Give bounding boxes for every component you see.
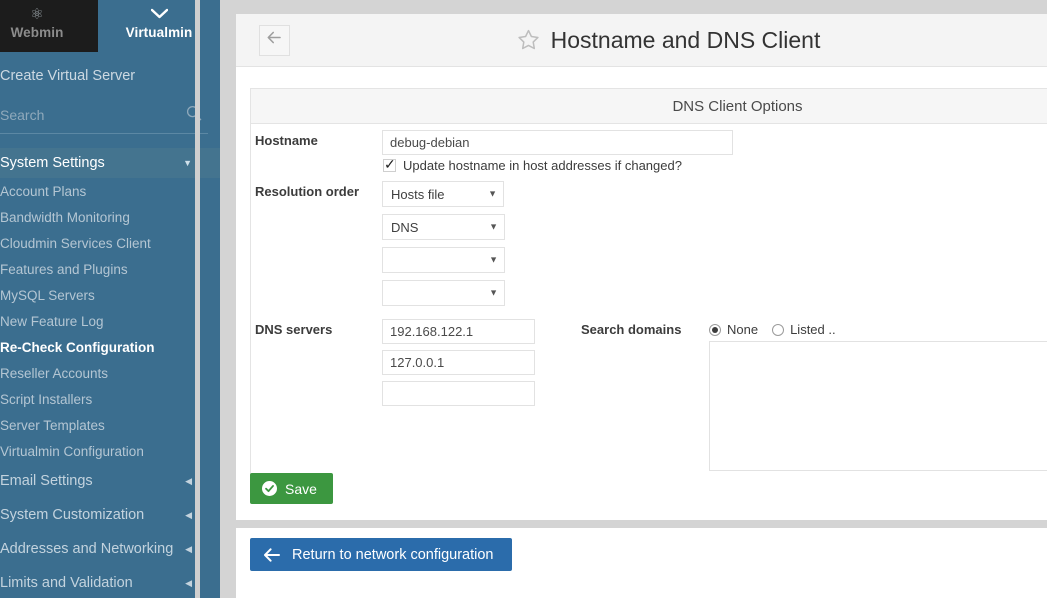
footer-panel: Return to network configuration: [236, 528, 1047, 598]
search-domains-radio-none-label[interactable]: None: [727, 322, 758, 337]
sidebar-item-virtualmin-configuration[interactable]: Virtualmin Configuration: [0, 438, 220, 464]
product-tab-webmin-label: Webmin: [10, 25, 64, 40]
return-button-label: Return to network configuration: [292, 546, 494, 563]
sidebar-item-re-check-configuration[interactable]: Re-Check Configuration: [0, 334, 220, 360]
update-hostname-row[interactable]: ✓ Update hostname in host addresses if c…: [382, 155, 733, 175]
chevron-down-icon: ▼: [489, 254, 498, 265]
product-tab-virtualmin-label: Virtualmin: [125, 25, 193, 40]
resolution-order-select-4[interactable]: ▼: [382, 280, 505, 306]
sidebar-item-label: Limits and Validation: [0, 575, 133, 591]
dns-server-input-2[interactable]: [382, 350, 535, 375]
resolution-order-select-2-value: DNS: [391, 219, 419, 235]
sidebar-item-label: Bandwidth Monitoring: [0, 209, 130, 225]
back-button[interactable]: [259, 24, 290, 56]
product-tab-webmin[interactable]: ⚛ Webmin: [0, 0, 98, 52]
sidebar-item-label: Addresses and Networking: [0, 541, 174, 557]
chevron-down-icon: [150, 5, 168, 24]
sidebar-item-script-installers[interactable]: Script Installers: [0, 386, 220, 412]
sidebar-search: [0, 100, 208, 134]
search-domains-cell: None Listed ..: [709, 313, 1047, 471]
sidebar-item-label: Script Installers: [0, 391, 93, 407]
dns-client-options-table: DNS Client Options Hostname ✓ Update hos…: [250, 88, 1047, 481]
create-virtual-server-link[interactable]: Create Virtual Server: [0, 52, 220, 98]
sidebar-item-label: Email Settings: [0, 473, 93, 489]
chevron-down-icon: ▼: [488, 188, 497, 199]
star-icon[interactable]: [516, 28, 541, 52]
search-domains-radio-none[interactable]: [709, 323, 721, 336]
check-circle-icon: [262, 481, 277, 496]
sidebar-nav-list: Account Plans Bandwidth Monitoring Cloudmi…: [0, 178, 220, 598]
update-hostname-label: Update hostname in host addresses if cha…: [403, 158, 682, 173]
sidebar-item-addresses-and-networking[interactable]: Addresses and Networking ◀: [0, 532, 220, 566]
chevron-down-icon: ▼: [489, 221, 498, 232]
sidebar-item-account-plans[interactable]: Account Plans: [0, 178, 220, 204]
save-button-label: Save: [285, 480, 317, 497]
sidebar-item-cloudmin-services-client[interactable]: Cloudmin Services Client: [0, 230, 220, 256]
section-title: DNS Client Options: [251, 89, 1047, 124]
sidebar-item-label: Server Templates: [0, 417, 105, 433]
search-domains-radio-listed[interactable]: [772, 323, 785, 336]
sidebar-item-label: Account Plans: [0, 183, 87, 199]
page-title-wrap: Hostname and DNS Client: [290, 27, 1046, 54]
resolution-order-label: Resolution order: [255, 184, 360, 199]
sidebar-scroll-edge[interactable]: [195, 0, 200, 598]
row-hostname: Hostname ✓ Update hostname in host addre…: [251, 124, 1047, 175]
sidebar-item-label: Reseller Accounts: [0, 365, 109, 381]
sidebar-item-label: New Feature Log: [0, 313, 104, 329]
row-dns-servers: DNS servers Search domains None Listed .…: [251, 313, 1047, 481]
arrow-left-icon: [267, 31, 282, 49]
sidebar-item-bandwidth-monitoring[interactable]: Bandwidth Monitoring: [0, 204, 220, 230]
update-hostname-checkbox[interactable]: ✓: [383, 156, 396, 172]
sidebar: ⚛ Webmin Virtualmin Create Virtual Serve…: [0, 0, 220, 598]
sidebar-item-label: Cloudmin Services Client: [0, 235, 151, 251]
sidebar-item-features-and-plugins[interactable]: Features and Plugins: [0, 256, 220, 282]
sidebar-item-new-feature-log[interactable]: New Feature Log: [0, 308, 220, 334]
product-tabs: ⚛ Webmin Virtualmin: [0, 0, 220, 52]
check-icon: ✓: [384, 156, 396, 172]
main-content: Hostname and DNS Client DNS Client Optio…: [224, 0, 1047, 598]
sidebar-item-reseller-accounts[interactable]: Reseller Accounts: [0, 360, 220, 386]
sidebar-section-system-settings[interactable]: System Settings ▼: [0, 148, 220, 178]
sidebar-item-limits-and-validation[interactable]: Limits and Validation ◀: [0, 566, 220, 598]
resolution-order-select-3[interactable]: ▼: [382, 247, 505, 273]
sidebar-item-label: Re-Check Configuration: [0, 339, 155, 355]
resolution-order-select-2[interactable]: DNS ▼: [382, 214, 505, 240]
row-resolution-order: Resolution order Hosts file ▼ DNS ▼ ▼ ▼: [251, 175, 1047, 313]
dns-server-input-1[interactable]: [382, 319, 535, 344]
webmin-logo-icon: ⚛: [30, 6, 44, 23]
search-input[interactable]: [0, 100, 208, 130]
search-domains-radio-listed-label[interactable]: Listed ..: [790, 322, 836, 337]
sidebar-item-label: Features and Plugins: [0, 261, 128, 277]
resolution-order-cell: Hosts file ▼ DNS ▼ ▼ ▼: [382, 175, 505, 313]
dns-server-input-3[interactable]: [382, 381, 535, 406]
chevron-down-icon: ▼: [489, 287, 498, 298]
sidebar-item-label: Virtualmin Configuration: [0, 443, 144, 459]
sidebar-item-email-settings[interactable]: Email Settings ◀: [0, 464, 220, 498]
return-to-network-configuration-button[interactable]: Return to network configuration: [250, 538, 512, 571]
search-domains-textarea[interactable]: [709, 341, 1047, 471]
resolution-order-select-1[interactable]: Hosts file ▼: [382, 181, 504, 207]
search-domains-label: Search domains: [581, 322, 682, 337]
arrow-left-icon: [264, 547, 280, 562]
page-body: DNS Client Options Hostname ✓ Update hos…: [236, 67, 1047, 520]
hostname-value-cell: ✓ Update hostname in host addresses if c…: [382, 124, 733, 175]
product-tab-virtualmin[interactable]: Virtualmin: [98, 0, 220, 52]
dns-servers-cell: [382, 313, 581, 471]
sidebar-item-label: MySQL Servers: [0, 287, 95, 303]
sidebar-item-system-customization[interactable]: System Customization ◀: [0, 498, 220, 532]
hostname-input[interactable]: [382, 130, 733, 155]
sidebar-item-server-templates[interactable]: Server Templates: [0, 412, 220, 438]
sidebar-section-label: System Settings: [0, 155, 105, 171]
page-title: Hostname and DNS Client: [550, 26, 821, 53]
page-header: Hostname and DNS Client: [236, 14, 1047, 67]
hostname-label: Hostname: [255, 133, 318, 148]
resolution-order-select-1-value: Hosts file: [391, 186, 445, 202]
dns-servers-label: DNS servers: [255, 322, 333, 337]
form-body: Hostname ✓ Update hostname in host addre…: [251, 124, 1047, 481]
sidebar-item-label: System Customization: [0, 507, 145, 523]
search-domains-radio-group: None Listed ..: [709, 319, 1047, 337]
save-button[interactable]: Save: [250, 473, 333, 504]
sidebar-item-mysql-servers[interactable]: MySQL Servers: [0, 282, 220, 308]
